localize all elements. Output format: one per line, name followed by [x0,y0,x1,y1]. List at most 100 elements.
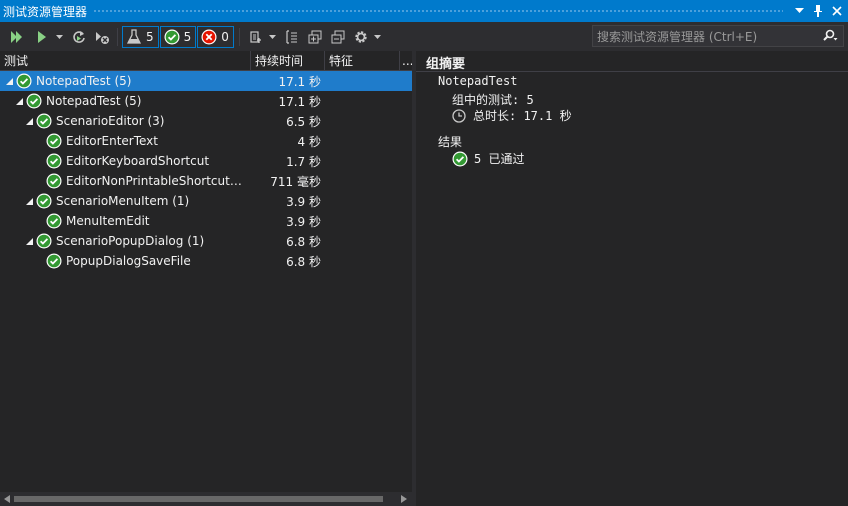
column-header-test[interactable]: 测试 [0,50,251,71]
passed-icon [46,173,62,189]
test-tree-row[interactable]: ScenarioPopupDialog (1) 6.8 秒 [0,231,412,251]
expanded-arrow-icon[interactable] [4,77,14,85]
collapse-all-icon[interactable] [327,26,349,48]
test-name: PopupDialogSaveFile [66,254,191,268]
test-name: EditorEnterText [66,134,158,148]
horizontal-scrollbar[interactable] [0,492,412,506]
test-duration: 3.9 秒 [286,194,321,209]
window-title: 测试资源管理器 [3,4,88,19]
scrollbar-thumb[interactable] [14,496,383,502]
passed-icon [452,151,468,166]
passed-icon [36,193,52,209]
titlebar-grip[interactable] [93,8,783,14]
filter-all-count: 5 [146,29,154,44]
passed-icon [46,213,62,229]
test-tree-row[interactable]: EditorEnterText 4 秒 [0,131,412,151]
test-tree: NotepadTest (5) 17.1 秒 NotepadTest (5) 17.1… [0,71,412,271]
search-icon[interactable] [817,29,843,43]
passed-icon [46,133,62,149]
test-duration: 1.7 秒 [286,154,321,169]
test-tree-row[interactable]: ScenarioEditor (3) 6.5 秒 [0,111,412,131]
test-name: MenuItemEdit [66,214,150,228]
search-input[interactable]: 搜索测试资源管理器 (Ctrl+E) [593,28,817,45]
flask-icon [126,28,142,44]
passed-icon [46,153,62,169]
run-all-button[interactable] [5,26,27,48]
pin-icon[interactable] [810,3,826,19]
expanded-arrow-icon[interactable] [14,97,24,105]
test-duration: 17.1 秒 [278,74,321,89]
test-tree-row[interactable]: EditorKeyboardShortcut 1.7 秒 [0,151,412,171]
column-header-duration[interactable]: 持续时间 [251,50,325,71]
close-icon[interactable] [829,3,845,19]
expand-all-icon[interactable] [304,26,326,48]
summary-total-time-row: 总时长: 17.1 秒 [452,107,572,124]
scroll-left-icon[interactable] [4,495,10,503]
passed-icon [36,113,52,129]
filter-failed-count: 0 [221,29,229,44]
expanded-arrow-icon[interactable] [24,117,34,125]
test-tree-row[interactable]: EditorNonPrintableShortcutK... 711 毫秒 [0,171,412,191]
test-duration: 17.1 秒 [278,94,321,109]
summary-results-label: 结果 [438,135,463,149]
test-name: NotepadTest (5) [36,74,132,88]
passed-icon [16,73,32,89]
summary-passed-count: 5 已通过 [474,152,525,166]
dropdown-icon[interactable] [791,3,807,19]
test-name: ScenarioPopupDialog (1) [56,234,205,248]
test-tree-row[interactable]: MenuItemEdit 3.9 秒 [0,211,412,231]
scroll-right-icon[interactable] [401,495,407,503]
test-name: ScenarioEditor (3) [56,114,165,128]
passed-icon [26,93,42,109]
test-name: NotepadTest (5) [46,94,142,108]
test-duration: 3.9 秒 [286,214,321,229]
settings-dropdown-icon[interactable] [373,26,383,48]
test-tree-pane: 测试 持续时间 特征 ... NotepadTest (5) 17.1 秒 Note… [0,50,413,506]
summary-passed-row[interactable]: 5 已通过 [452,150,524,167]
playlist-icon[interactable] [245,26,267,48]
filter-passed-count: 5 [183,29,192,44]
clock-icon [452,108,466,123]
test-duration: 6.8 秒 [286,254,321,269]
toolbar: 5 5 0 搜索测试资源管理器 (Ctrl+E) [0,22,848,51]
column-header-row: 测试 持续时间 特征 ... [0,50,413,71]
playlist-dropdown-icon[interactable] [268,26,278,48]
expanded-arrow-icon[interactable] [24,237,34,245]
filter-all-button[interactable]: 5 [122,25,159,48]
cancel-run-icon[interactable] [91,26,113,48]
summary-pane: 组摘要 NotepadTest 组中的测试: 5 总时长: 17.1 秒 结果 … [416,51,848,506]
test-duration: 711 毫秒 [270,174,321,189]
search-box[interactable]: 搜索测试资源管理器 (Ctrl+E) [592,25,844,47]
test-name: EditorKeyboardShortcut [66,154,210,168]
test-tree-row[interactable]: ScenarioMenuItem (1) 3.9 秒 [0,191,412,211]
test-name: ScenarioMenuItem (1) [56,194,190,208]
test-tree-row[interactable]: NotepadTest (5) 17.1 秒 [0,91,412,111]
summary-group-name: NotepadTest [438,74,518,88]
filter-passed-button[interactable]: 5 [159,25,197,48]
test-name: EditorNonPrintableShortcutK... [66,174,246,188]
summary-test-count: 组中的测试: 5 [452,93,534,107]
settings-gear-icon[interactable] [350,26,372,48]
failed-icon [201,29,217,44]
summary-total-time: 总时长: 17.1 秒 [473,109,572,123]
column-header-more[interactable]: ... [400,51,413,71]
test-duration: 6.8 秒 [286,234,321,249]
test-tree-row[interactable]: NotepadTest (5) 17.1 秒 [0,71,412,91]
toolbar-separator [238,27,240,46]
summary-heading: 组摘要 [426,57,466,72]
run-button[interactable] [31,26,53,48]
group-by-icon[interactable] [281,26,303,48]
test-tree-row[interactable]: PopupDialogSaveFile 6.8 秒 [0,251,412,271]
test-duration: 6.5 秒 [286,114,321,129]
expanded-arrow-icon[interactable] [24,197,34,205]
column-header-traits[interactable]: 特征 [325,50,400,71]
rerun-icon[interactable] [68,26,90,48]
passed-icon [46,253,62,269]
test-duration: 4 秒 [297,134,321,149]
passed-icon [36,233,52,249]
window-titlebar: 测试资源管理器 [0,0,848,22]
toolbar-separator [117,27,118,46]
filter-failed-button[interactable]: 0 [197,25,234,48]
run-dropdown-icon[interactable] [54,26,64,48]
summary-divider [416,71,848,72]
